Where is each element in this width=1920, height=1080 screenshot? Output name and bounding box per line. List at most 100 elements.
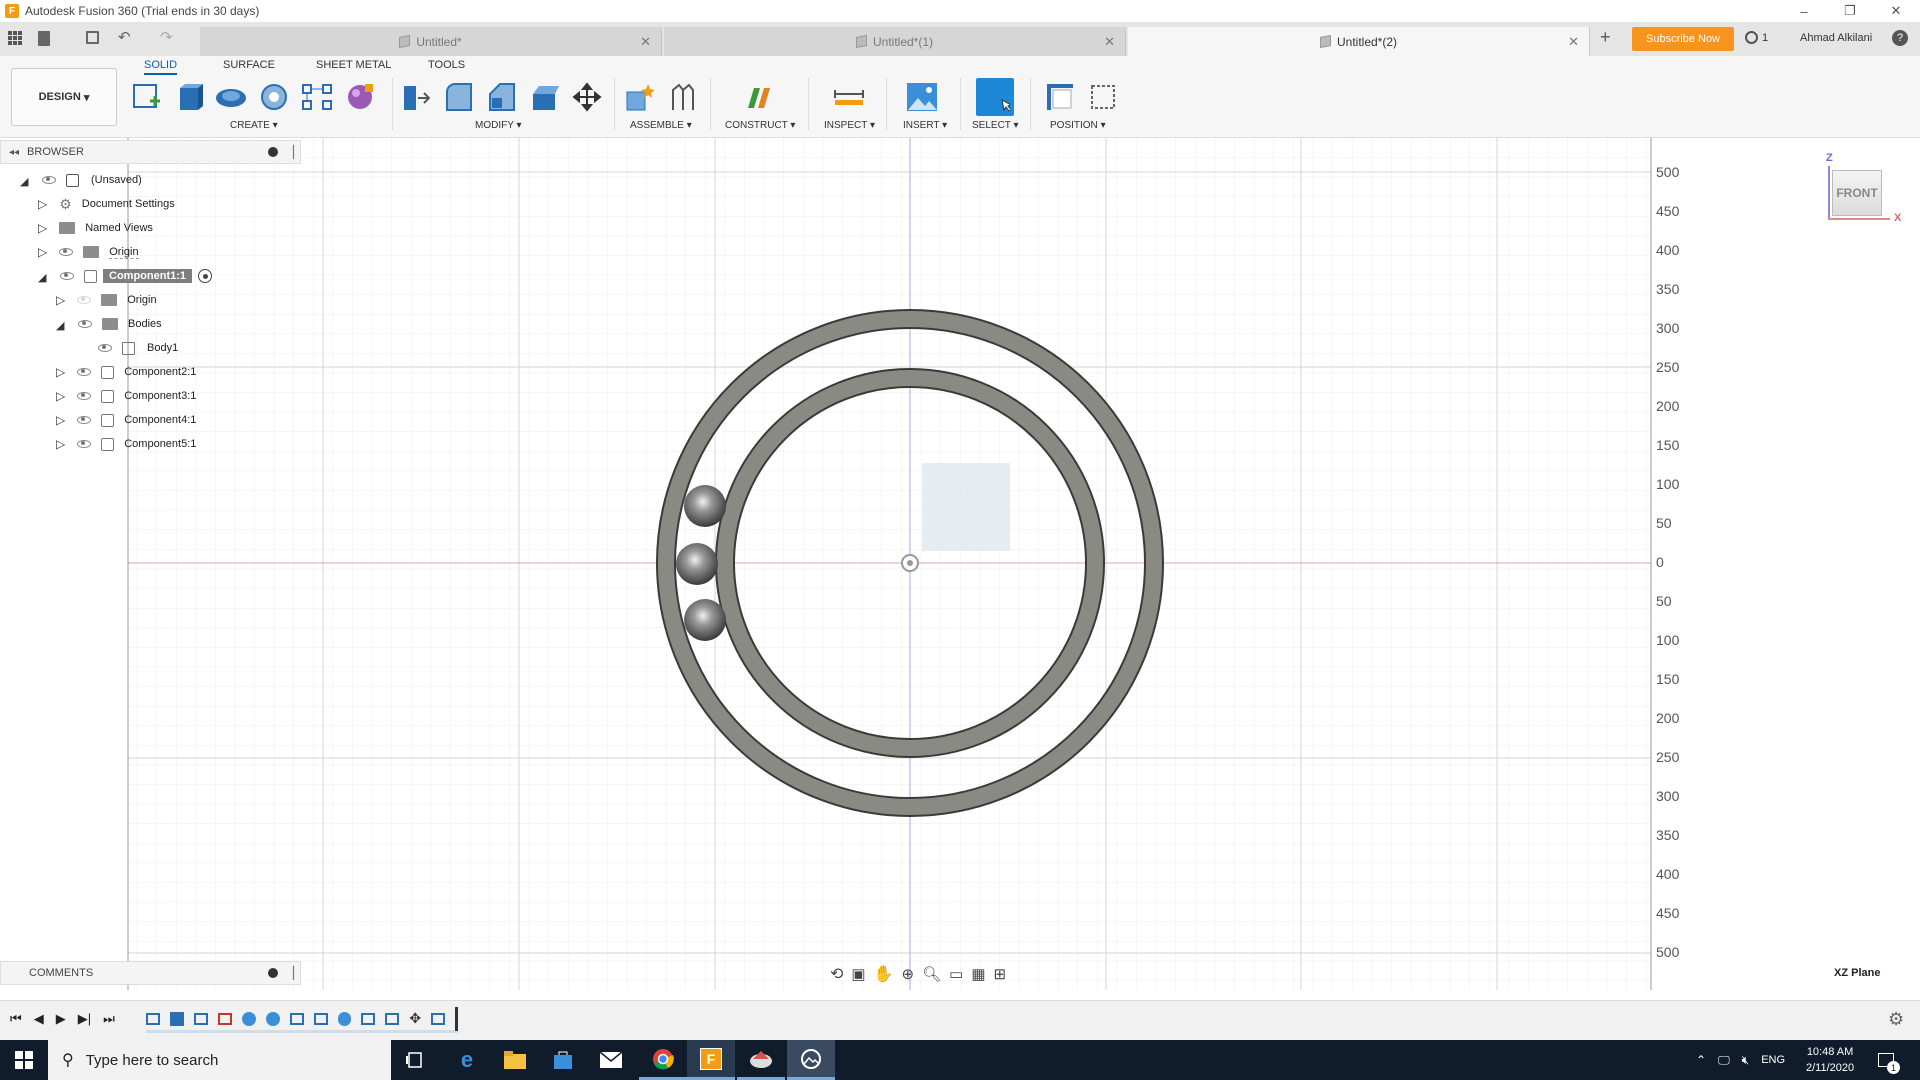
expand-icon[interactable]: ▷ — [38, 245, 47, 259]
ball-bearing[interactable] — [684, 599, 726, 641]
close-button[interactable]: ✕ — [1873, 0, 1919, 22]
shell-icon[interactable] — [527, 80, 561, 114]
user-menu[interactable]: Ahmad Alkilani — [1800, 32, 1872, 44]
photos-icon[interactable] — [787, 1040, 835, 1080]
tab-surface[interactable]: SURFACE — [223, 59, 275, 75]
ball-bearing[interactable] — [676, 543, 718, 585]
visibility-eye-icon[interactable] — [77, 440, 92, 448]
tray-expand-icon[interactable]: ⌃ — [1696, 1053, 1706, 1067]
tree-item-document-settings[interactable]: ▷ ⚙ Document Settings — [38, 194, 175, 214]
save-icon[interactable] — [86, 31, 99, 44]
minimize-button[interactable]: – — [1781, 0, 1827, 22]
windows-start-icon[interactable] — [0, 1040, 48, 1080]
job-status[interactable]: 1 — [1745, 31, 1768, 44]
subscribe-button[interactable]: Subscribe Now — [1632, 27, 1734, 51]
position-menu[interactable]: POSITION ▾ — [1050, 120, 1106, 131]
select-menu[interactable]: SELECT ▾ — [972, 120, 1019, 131]
ball-bearing[interactable] — [684, 485, 726, 527]
move-feature-icon[interactable]: ✥ — [409, 1010, 421, 1027]
viewports-icon[interactable]: ⊞ — [994, 965, 1007, 983]
visibility-eye-icon[interactable] — [77, 416, 92, 424]
language-indicator[interactable]: ENG — [1761, 1054, 1785, 1066]
store-icon[interactable] — [539, 1040, 587, 1080]
tab-close-icon[interactable]: ✕ — [1568, 34, 1579, 50]
orbit-icon[interactable]: ⟲ — [830, 964, 843, 984]
taskbar-search[interactable]: ⚲ Type here to search — [48, 1040, 391, 1080]
grid-settings-icon[interactable]: ▦ — [971, 965, 985, 983]
sketch-feature-icon[interactable] — [146, 1012, 160, 1025]
press-pull-icon[interactable] — [398, 80, 432, 114]
pattern-icon[interactable] — [300, 80, 334, 114]
tab-solid[interactable]: SOLID — [144, 59, 178, 75]
select-tool-icon[interactable] — [976, 78, 1014, 116]
assemble-menu[interactable]: ASSEMBLE ▾ — [630, 120, 692, 131]
collapse-icon[interactable]: ◢ — [56, 319, 66, 332]
expand-icon[interactable]: ▷ — [38, 197, 47, 211]
expand-icon[interactable]: ▷ — [56, 437, 65, 451]
sketch-feature-icon[interactable] — [313, 1012, 328, 1025]
timeline-settings-gear-icon[interactable]: ⚙ — [1888, 1009, 1904, 1030]
sketch-feature-icon[interactable] — [361, 1012, 376, 1025]
tree-item-component5[interactable]: ▷ Component5:1 — [56, 434, 196, 454]
tab-close-icon[interactable]: ✕ — [640, 34, 651, 50]
timeline-marker[interactable] — [455, 1006, 459, 1031]
extrude-icon[interactable] — [172, 80, 206, 114]
inspect-menu[interactable]: INSPECT ▾ — [824, 120, 875, 131]
visibility-eye-icon[interactable] — [42, 176, 56, 184]
tree-item-named-views[interactable]: ▷ Named Views — [38, 218, 153, 238]
collapse-panel-icon[interactable]: ◂◂ — [9, 147, 19, 158]
view-cube[interactable]: Z X FRONT — [1822, 152, 1902, 232]
mail-icon[interactable] — [587, 1040, 635, 1080]
tree-item-component4[interactable]: ▷ Component4:1 — [56, 410, 196, 430]
autodesk-app-icon[interactable] — [737, 1040, 785, 1080]
tree-item-root[interactable]: ◢ (Unsaved) — [20, 170, 142, 190]
step-forward-icon[interactable]: ▶| — [78, 1011, 91, 1027]
expand-icon[interactable]: ▷ — [56, 293, 65, 307]
help-icon[interactable]: ? — [1892, 30, 1908, 46]
visibility-eye-icon[interactable] — [60, 272, 74, 280]
revolve-feature-icon[interactable] — [265, 1011, 280, 1026]
look-at-icon[interactable]: ▣ — [851, 965, 865, 983]
fit-icon[interactable]: 🔍︎ — [922, 965, 941, 983]
chrome-icon[interactable] — [639, 1040, 687, 1080]
measure-icon[interactable] — [832, 80, 866, 114]
add-comment-icon[interactable] — [268, 968, 278, 978]
sketch-feature-icon[interactable] — [217, 1012, 232, 1025]
edge-browser-icon[interactable]: e — [443, 1040, 491, 1080]
joint-icon[interactable] — [665, 80, 699, 114]
file-menu-icon[interactable] — [38, 31, 50, 46]
maximize-button[interactable]: ❐ — [1827, 0, 1873, 22]
visibility-eye-icon[interactable] — [59, 248, 74, 256]
tab-close-icon[interactable]: ✕ — [1104, 34, 1115, 50]
origin-plane[interactable] — [922, 463, 1010, 551]
collapse-icon[interactable]: ◢ — [38, 271, 48, 284]
step-back-icon[interactable]: ◀ — [34, 1011, 44, 1027]
create-form-icon[interactable] — [343, 80, 377, 114]
play-icon[interactable]: ▶ — [56, 1011, 66, 1027]
offset-plane-icon[interactable] — [742, 80, 776, 114]
tab-untitled-2[interactable]: Untitled*(2) ✕ — [1128, 27, 1590, 56]
comments-expand-icon[interactable]: ▕ — [285, 966, 294, 980]
visibility-eye-icon[interactable] — [78, 320, 92, 328]
network-icon[interactable]: 🖵︎ — [1718, 1053, 1730, 1068]
fillet-icon[interactable] — [441, 80, 475, 114]
tab-sheet-metal[interactable]: SHEET METAL — [316, 59, 391, 75]
collapse-icon[interactable]: ◢ — [20, 175, 30, 188]
pan-icon[interactable]: ✋ — [874, 964, 894, 984]
insert-image-icon[interactable] — [905, 80, 939, 114]
create-menu[interactable]: CREATE ▾ — [230, 120, 278, 131]
apps-grid-icon[interactable] — [8, 31, 22, 45]
revolve-feature-icon[interactable] — [337, 1011, 352, 1026]
fusion360-taskbar-icon[interactable]: F — [687, 1040, 735, 1080]
tab-untitled-1[interactable]: Untitled*(1) ✕ — [664, 27, 1126, 56]
tree-item-bodies[interactable]: ◢ Bodies — [56, 314, 162, 334]
visibility-eye-icon[interactable] — [98, 344, 112, 352]
revert-position-icon[interactable] — [1086, 80, 1120, 114]
tree-item-component2[interactable]: ▷ Component2:1 — [56, 362, 196, 382]
tree-item-body1[interactable]: Body1 — [98, 338, 178, 358]
go-to-end-icon[interactable]: ⏭ — [103, 1011, 115, 1027]
new-component-icon[interactable] — [622, 80, 656, 114]
chamfer-icon[interactable] — [484, 80, 518, 114]
display-settings-icon[interactable]: ▭ — [949, 965, 963, 983]
expand-icon[interactable]: ▷ — [56, 389, 65, 403]
